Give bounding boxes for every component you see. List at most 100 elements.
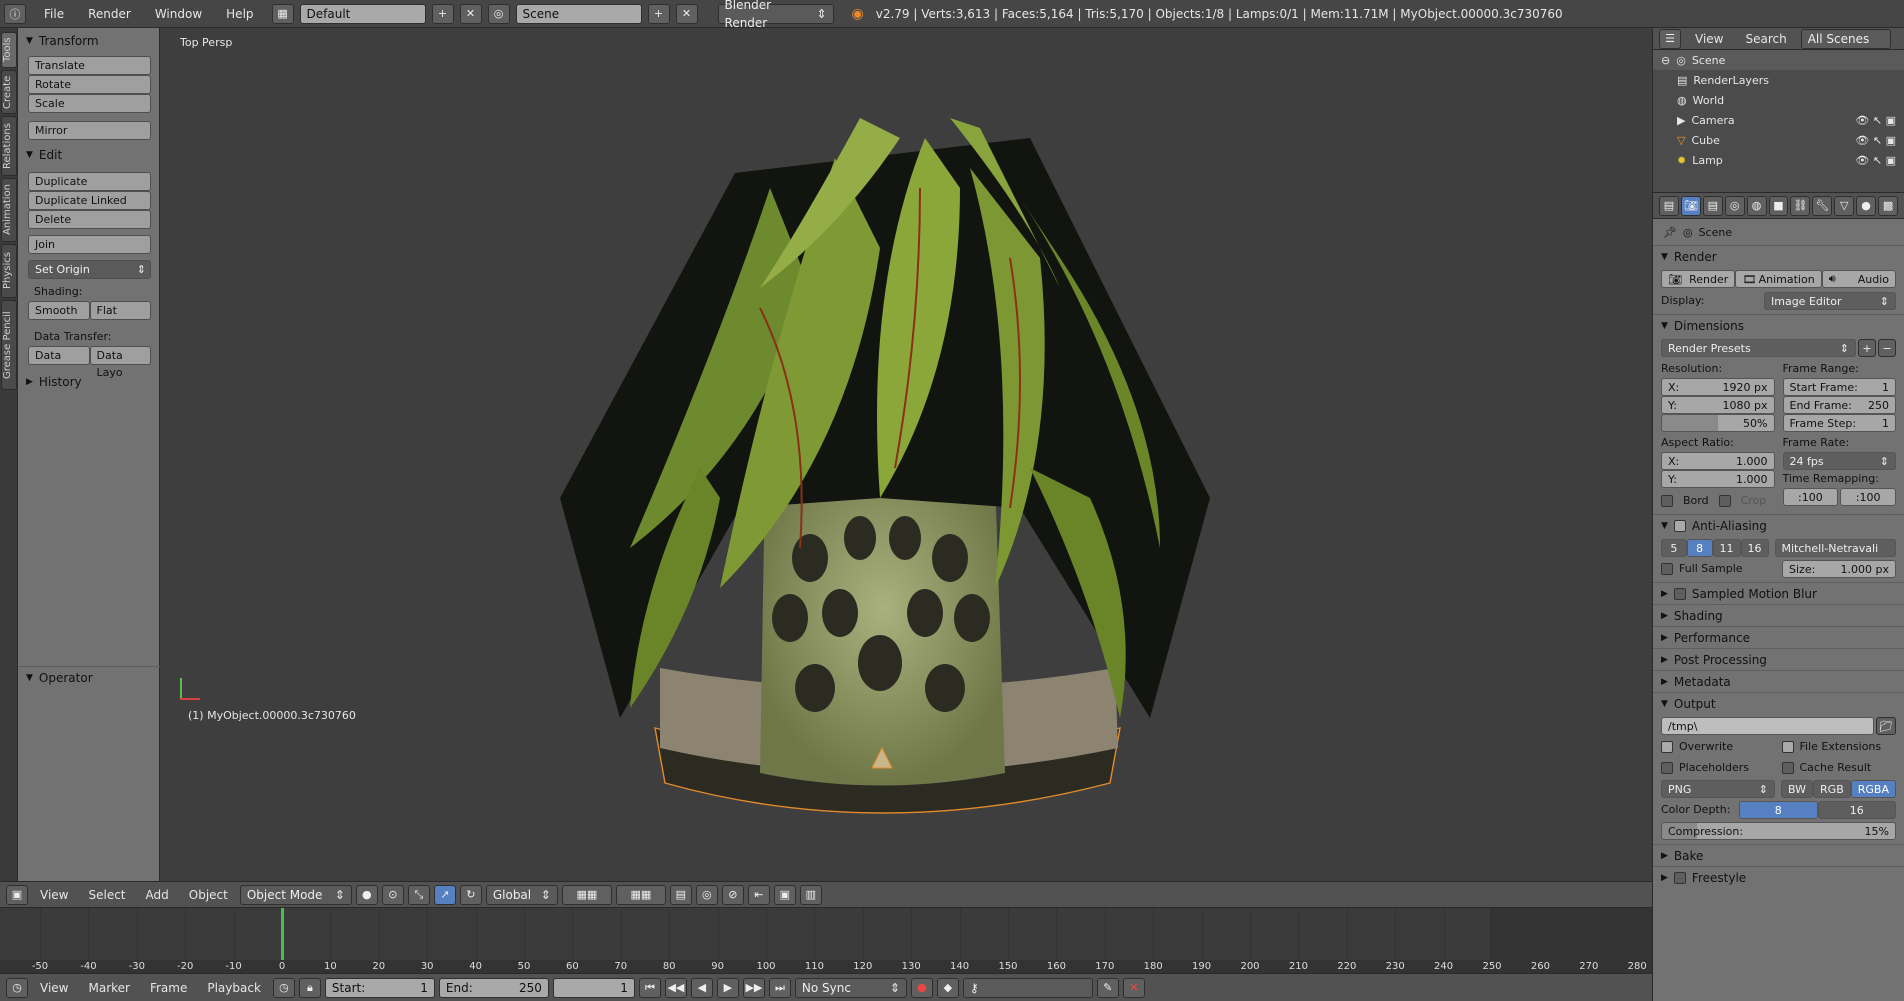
transform-panel-header[interactable]: ▼ Transform [18, 30, 159, 52]
fps-selector[interactable]: 24 fps ⇕ [1782, 452, 1896, 470]
tab-relations[interactable]: Relations [1, 116, 17, 176]
operator-panel-header[interactable]: ▼ Operator [18, 666, 160, 688]
aspect-y-field[interactable]: Y: 1.000 [1661, 470, 1775, 488]
menu-select[interactable]: Select [80, 888, 133, 902]
keying-set-icon[interactable]: ◆ [936, 977, 959, 998]
depth-16[interactable]: 16 [1817, 801, 1896, 819]
menu-marker[interactable]: Marker [80, 981, 137, 995]
render-layer-icon[interactable]: ▤ [669, 884, 692, 905]
color-rgb[interactable]: RGB [1813, 780, 1851, 798]
outliner-item-cube[interactable]: ▽ Cube 👁︎ ↖ ▣ [1653, 130, 1904, 150]
aa-sample-16[interactable]: 16 [1740, 539, 1769, 557]
edit-panel-header[interactable]: ▼ Edit [18, 144, 159, 166]
render-layers-tab-icon[interactable]: ▤ [1702, 195, 1723, 216]
metadata-panel-header[interactable]: ▶ Metadata [1653, 670, 1904, 692]
smooth-button[interactable]: Smooth [28, 301, 90, 320]
opengl-render-icon[interactable]: ▣ [773, 884, 796, 905]
display-selector[interactable]: Image Editor ⇕ [1764, 292, 1896, 310]
tab-grease-pencil[interactable]: Grease Pencil [1, 300, 17, 390]
pivot-icon[interactable]: ⊙ [381, 884, 404, 905]
start-frame-prop[interactable]: Start Frame: 1 [1782, 378, 1896, 396]
anti-aliasing-panel-header[interactable]: ▼ Anti-Aliasing [1653, 514, 1904, 536]
jump-start-icon[interactable]: ⏮ [638, 977, 661, 998]
menu-playback[interactable]: Playback [199, 981, 269, 995]
frame-step-prop[interactable]: Frame Step: 1 [1782, 414, 1896, 432]
remove-preset-icon[interactable]: − [1878, 339, 1896, 357]
menu-view[interactable]: View [32, 888, 76, 902]
res-x-field[interactable]: X: 1920 px [1661, 378, 1775, 396]
outliner-item-renderlayers[interactable]: ▤ RenderLayers [1653, 70, 1904, 90]
aspect-x-field[interactable]: X: 1.000 [1661, 452, 1775, 470]
res-percentage-slider[interactable]: 50% [1661, 414, 1775, 432]
end-frame-field[interactable]: End: 250 [438, 977, 549, 998]
timeline-editor-icon[interactable]: ◷ [6, 977, 28, 998]
constraints-tab-icon[interactable]: ⛓︎ [1790, 195, 1811, 216]
layout-icon[interactable]: ▦ [271, 3, 294, 24]
post-processing-panel-header[interactable]: ▶ Post Processing [1653, 648, 1904, 670]
preview-range-icon[interactable]: ◷ [272, 977, 295, 998]
outliner-item-lamp[interactable]: ✹ Lamp 👁︎ ↖ ▣ [1653, 150, 1904, 170]
animation-button[interactable]: 🎞︎ Animation [1735, 270, 1822, 288]
overwrite-checkbox[interactable] [1661, 741, 1673, 753]
add-layout-icon[interactable]: + [431, 3, 454, 24]
menu-window[interactable]: Window [143, 7, 214, 21]
rotate-button[interactable]: Rotate [28, 75, 151, 94]
layers-grid-icon[interactable]: ▦▦ [561, 884, 612, 905]
shading-panel-header[interactable]: ▶ Shading [1653, 604, 1904, 626]
menu-view-tl[interactable]: View [32, 981, 76, 995]
outliner-view-menu[interactable]: View [1687, 32, 1731, 46]
data-button[interactable]: Data [28, 346, 90, 365]
keying-set-field[interactable]: ⚷ [962, 977, 1093, 998]
outliner-editor-icon[interactable]: ☰ [1659, 28, 1681, 49]
add-preset-icon[interactable]: + [1858, 339, 1876, 357]
delete-button[interactable]: Delete [28, 210, 151, 229]
manipulator-icon[interactable]: ⤡ [407, 884, 430, 905]
current-frame-field[interactable]: 1 [552, 977, 635, 998]
play-reverse-icon[interactable]: ◀ [690, 977, 713, 998]
jump-key-fwd-icon[interactable]: ▶▶ [742, 977, 765, 998]
menu-add[interactable]: Add [138, 888, 177, 902]
menu-render[interactable]: Render [76, 7, 143, 21]
jump-key-back-icon[interactable]: ◀◀ [664, 977, 687, 998]
current-frame-indicator[interactable] [281, 908, 284, 960]
scene-tab-icon[interactable]: ◎ [1724, 195, 1745, 216]
dimensions-panel-header[interactable]: ▼ Dimensions [1653, 314, 1904, 336]
render-tab-icon[interactable]: 📷︎ [1680, 195, 1701, 216]
flat-button[interactable]: Flat [89, 301, 151, 320]
material-tab-icon[interactable]: ● [1856, 195, 1877, 216]
modifiers-tab-icon[interactable]: 🔧︎ [1812, 195, 1833, 216]
layout-selector[interactable]: Default [299, 3, 426, 24]
aa-filter-selector[interactable]: Mitchell-Netravali [1774, 539, 1896, 557]
mirror-button[interactable]: Mirror [28, 121, 151, 140]
outliner-scope-selector[interactable]: All Scenes [1800, 28, 1891, 49]
motion-blur-checkbox[interactable] [1673, 587, 1686, 600]
output-path-field[interactable]: /tmp\ [1661, 717, 1874, 735]
visibility-icons[interactable]: 👁︎ ↖ ▣ [1855, 154, 1896, 167]
tab-tools[interactable]: Tools [1, 32, 17, 68]
output-panel-header[interactable]: ▼ Output [1653, 692, 1904, 714]
render-presets-selector[interactable]: Render Presets ⇕ [1661, 339, 1856, 357]
filter-size-field[interactable]: Size: 1.000 px [1782, 560, 1896, 578]
object-tab-icon[interactable]: ■ [1768, 195, 1789, 216]
join-button[interactable]: Join [28, 235, 151, 254]
jump-end-icon[interactable]: ⏭ [768, 977, 791, 998]
full-sample-checkbox[interactable] [1661, 563, 1673, 575]
color-bw[interactable]: BW [1781, 780, 1814, 798]
properties-editor-icon[interactable]: ▤ [1659, 195, 1679, 216]
proportional-edit-icon[interactable]: ◎ [695, 884, 718, 905]
world-tab-icon[interactable]: ◍ [1746, 195, 1767, 216]
file-format-selector[interactable]: PNG ⇕ [1661, 780, 1775, 798]
menu-help[interactable]: Help [214, 7, 265, 21]
add-scene-icon[interactable]: + [647, 3, 670, 24]
render-panel-header[interactable]: ▼ Render [1653, 245, 1904, 267]
scale-button[interactable]: Scale [28, 94, 151, 113]
sampled-motion-blur-header[interactable]: ▶ Sampled Motion Blur [1653, 582, 1904, 604]
delete-keyframe-icon[interactable]: ✕ [1122, 977, 1145, 998]
depth-8[interactable]: 8 [1739, 801, 1818, 819]
bord-checkbox[interactable] [1661, 495, 1673, 507]
visibility-icons[interactable]: 👁︎ ↖ ▣ [1855, 114, 1896, 127]
data-layout-button[interactable]: Data Layo [89, 346, 151, 379]
lock-icon[interactable]: 🔒︎ [298, 977, 321, 998]
start-frame-field[interactable]: Start: 1 [324, 977, 435, 998]
translate-button[interactable]: Translate [28, 56, 151, 75]
